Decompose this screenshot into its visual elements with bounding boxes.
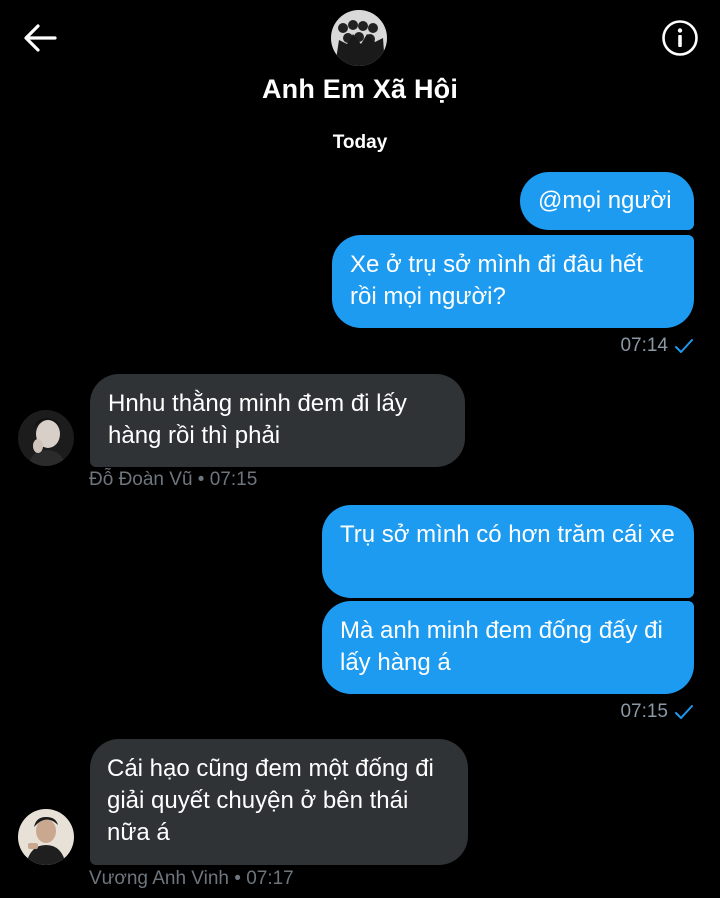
outgoing-message[interactable]: Mà anh minh đem đống đấy đi lấy hàng á [322, 601, 694, 694]
back-button[interactable] [18, 18, 62, 58]
message-meta: Vương Anh Vinh • 07:17 [89, 868, 294, 889]
sent-check-icon [675, 339, 693, 353]
message-text: Mà anh minh đem đống đấy đi lấy hàng á [340, 617, 663, 676]
info-circle-icon [662, 20, 698, 56]
day-separator: Today [332, 132, 388, 153]
outgoing-message[interactable]: Xe ở trụ sở mình đi đâu hết rồi mọi ngườ… [332, 235, 694, 328]
incoming-message[interactable]: Hnhu thằng minh đem đi lấy hàng rồi thì … [90, 374, 465, 467]
message-text: Cái hạo cũng đem một đống đi giải quyết … [107, 755, 434, 846]
message-time: 07:14 [620, 335, 668, 356]
outgoing-message[interactable]: @mọi người [520, 172, 694, 230]
incoming-message[interactable]: Cái hạo cũng đem một đống đi giải quyết … [90, 739, 468, 865]
arrow-left-icon [24, 24, 57, 52]
user-avatar-icon [18, 410, 74, 466]
message-time: 07:15 [620, 701, 668, 722]
group-title[interactable]: Anh Em Xã Hội [0, 74, 720, 105]
user-avatar-icon [18, 809, 74, 865]
message-text: Trụ sở mình có hơn trăm cái xe [340, 521, 675, 548]
message-text: Xe ở trụ sở mình đi đâu hết rồi mọi ngườ… [350, 251, 643, 310]
message-meta: 07:14 [520, 333, 694, 359]
info-button[interactable] [658, 16, 702, 60]
message-meta: Đỗ Đoàn Vũ • 07:15 [89, 469, 258, 490]
group-photo-icon [331, 10, 387, 66]
message-text: @mọi người [538, 187, 672, 214]
message-text: Hnhu thằng minh đem đi lấy hàng rồi thì … [108, 390, 407, 449]
avatar[interactable] [18, 809, 74, 865]
message-meta: 07:15 [520, 699, 694, 725]
sent-check-icon [675, 705, 693, 719]
outgoing-message[interactable]: Trụ sở mình có hơn trăm cái xe [322, 505, 694, 598]
avatar[interactable] [18, 410, 74, 466]
group-avatar[interactable] [331, 10, 387, 66]
